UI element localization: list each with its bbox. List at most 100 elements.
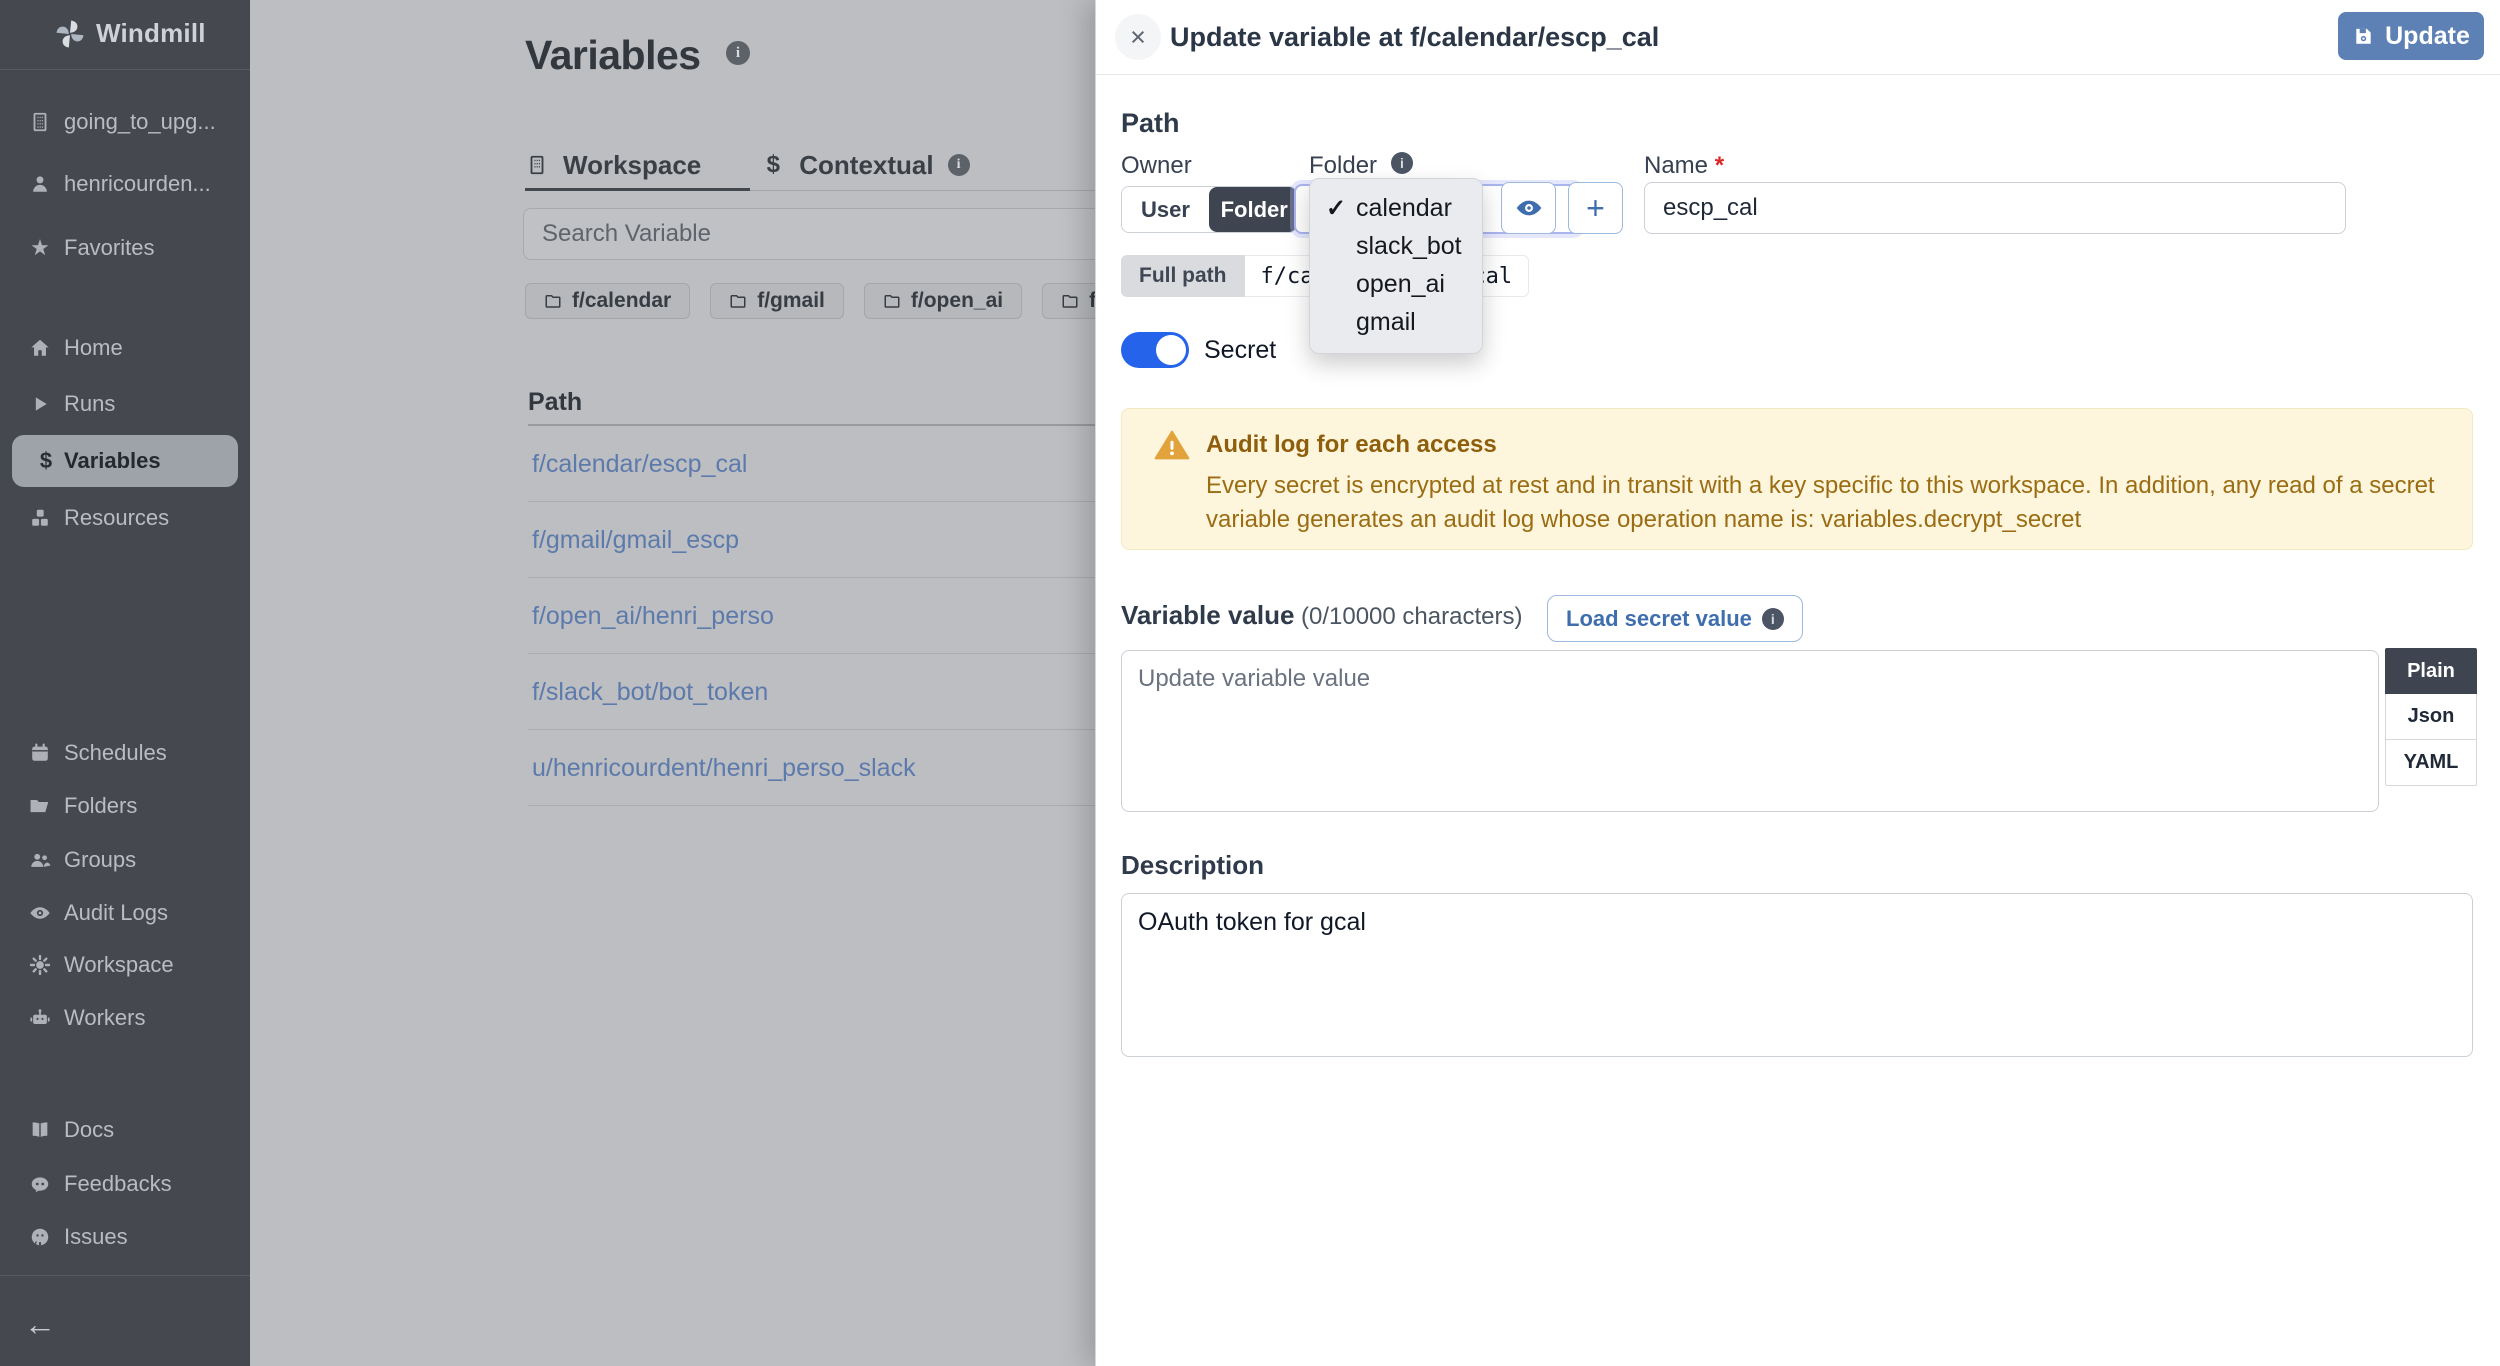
github-icon: [28, 1225, 52, 1249]
drawer-title: Update variable at f/calendar/escp_cal: [1170, 22, 1659, 53]
folder-chip[interactable]: f/gmail: [710, 283, 844, 319]
variable-path-link[interactable]: u/henricourdent/henri_perso_slack: [532, 754, 916, 783]
description-textarea[interactable]: OAuth token for gcal: [1121, 893, 2473, 1057]
variable-value-heading: Variable value: [1121, 600, 1294, 631]
sidebar: Windmill going_to_upg... henricourden...…: [0, 0, 250, 1366]
sidebar-item-schedules[interactable]: Schedules: [0, 727, 250, 779]
person-icon: [28, 172, 52, 196]
warning-title: Audit log for each access: [1206, 431, 1497, 459]
folder-icon: [729, 292, 747, 310]
sidebar-item-docs[interactable]: Docs: [0, 1104, 250, 1156]
robot-icon: [28, 1006, 52, 1030]
name-label: Name *: [1644, 152, 1724, 180]
sidebar-item-home[interactable]: Home: [0, 322, 250, 374]
check-icon: ✓: [1326, 194, 1346, 223]
folder-icon: [1061, 292, 1079, 310]
active-tab-underline: [525, 188, 750, 191]
info-icon[interactable]: i: [948, 154, 970, 176]
building-icon: [525, 153, 549, 177]
view-folder-button[interactable]: [1501, 182, 1556, 234]
folder-icon: [883, 292, 901, 310]
sidebar-item-feedbacks[interactable]: Feedbacks: [0, 1158, 250, 1210]
variable-name-input[interactable]: [1644, 182, 2346, 234]
sidebar-item-runs[interactable]: Runs: [0, 378, 250, 430]
character-counter: (0/10000 characters): [1301, 603, 1522, 631]
dollar-icon: $: [761, 153, 785, 177]
tab-label: Contextual: [799, 150, 933, 181]
owner-kind-folder[interactable]: Folder: [1209, 187, 1297, 232]
value-format-tabs: Plain Json YAML: [2385, 648, 2477, 786]
format-tab-json[interactable]: Json: [2385, 694, 2477, 740]
owner-label: Owner: [1121, 152, 1192, 180]
home-icon: [28, 336, 52, 360]
brand[interactable]: Windmill: [0, 0, 250, 70]
save-icon: [2352, 25, 2375, 48]
warning-icon: [1154, 427, 1190, 463]
building-icon: [28, 110, 52, 134]
info-icon[interactable]: i: [726, 41, 750, 65]
variables-tabs: Workspace $ Contextual i: [525, 144, 970, 186]
dropdown-option-gmail[interactable]: gmail: [1310, 303, 1482, 341]
page-title: Variables: [525, 32, 701, 79]
app: Windmill going_to_upg... henricourden...…: [0, 0, 2500, 1366]
variable-path-link[interactable]: f/gmail/gmail_escp: [532, 526, 739, 555]
eye-icon: [1515, 194, 1543, 222]
tab-workspace[interactable]: Workspace: [525, 144, 701, 186]
variable-path-link[interactable]: f/slack_bot/bot_token: [532, 678, 768, 707]
tab-contextual[interactable]: $ Contextual i: [761, 144, 969, 186]
path-section-heading: Path: [1121, 108, 1180, 139]
variable-path-link[interactable]: f/calendar/escp_cal: [532, 450, 747, 479]
people-icon: [28, 848, 52, 872]
windmill-logo-icon: [52, 16, 88, 52]
new-folder-button[interactable]: +: [1568, 182, 1623, 234]
load-secret-value-button[interactable]: Load secret value i: [1547, 595, 1803, 642]
folder-open-icon: [28, 794, 52, 818]
column-path: Path: [528, 388, 582, 416]
dropdown-option-slack_bot[interactable]: slack_bot: [1310, 227, 1482, 265]
info-icon: i: [1762, 608, 1784, 630]
dropdown-option-calendar[interactable]: ✓ calendar: [1310, 189, 1482, 227]
variable-path-link[interactable]: f/open_ai/henri_perso: [532, 602, 774, 631]
sidebar-item-user[interactable]: henricourden...: [0, 158, 250, 210]
sidebar-item-workspace-picker[interactable]: going_to_upg...: [0, 96, 250, 148]
sidebar-item-resources[interactable]: Resources: [0, 492, 250, 544]
folder-chip[interactable]: f/open_ai: [864, 283, 1022, 319]
username-label: henricourden...: [64, 171, 211, 197]
owner-kind-user[interactable]: User: [1122, 187, 1209, 232]
update-variable-drawer: × Update variable at f/calendar/escp_cal…: [1095, 0, 2500, 1366]
folder-icon: [544, 292, 562, 310]
collapse-sidebar-button[interactable]: ←: [24, 1306, 56, 1343]
folder-dropdown-menu: ✓ calendar slack_bot open_ai gmail: [1309, 178, 1483, 354]
book-icon: [28, 1118, 52, 1142]
sidebar-item-issues[interactable]: Issues: [0, 1211, 250, 1263]
cubes-icon: [28, 506, 52, 530]
variable-value-textarea[interactable]: [1121, 650, 2379, 812]
folder-chip[interactable]: f/calendar: [525, 283, 690, 319]
sidebar-item-groups[interactable]: Groups: [0, 834, 250, 886]
calendar-icon: [28, 741, 52, 765]
close-icon[interactable]: ×: [1115, 14, 1161, 60]
owner-kind-segmented-control[interactable]: User Folder: [1121, 186, 1297, 233]
play-icon: [28, 392, 52, 416]
format-tab-yaml[interactable]: YAML: [2385, 740, 2477, 786]
info-icon[interactable]: i: [1391, 152, 1413, 174]
sidebar-item-favorites[interactable]: ★ Favorites: [0, 222, 250, 274]
sidebar-item-folders[interactable]: Folders: [0, 780, 250, 832]
drawer-header: × Update variable at f/calendar/escp_cal…: [1096, 0, 2500, 75]
required-asterisk: *: [1715, 152, 1724, 179]
sidebar-item-variables[interactable]: $ Variables: [12, 435, 238, 487]
sidebar-item-audit-logs[interactable]: Audit Logs: [0, 887, 250, 939]
eye-icon: [28, 901, 52, 925]
plus-icon: +: [1586, 192, 1605, 224]
update-button[interactable]: Update: [2338, 12, 2484, 60]
brand-name: Windmill: [96, 18, 206, 49]
format-tab-plain[interactable]: Plain: [2385, 648, 2477, 694]
dollar-icon: $: [34, 449, 58, 473]
dropdown-option-open_ai[interactable]: open_ai: [1310, 265, 1482, 303]
toggle-knob: [1156, 335, 1186, 365]
secret-toggle[interactable]: [1121, 332, 1189, 368]
sidebar-item-workers[interactable]: Workers: [0, 992, 250, 1044]
warning-body: Every secret is encrypted at rest and in…: [1206, 469, 2446, 537]
gear-icon: [28, 953, 52, 977]
sidebar-item-workspace-settings[interactable]: Workspace: [0, 939, 250, 991]
